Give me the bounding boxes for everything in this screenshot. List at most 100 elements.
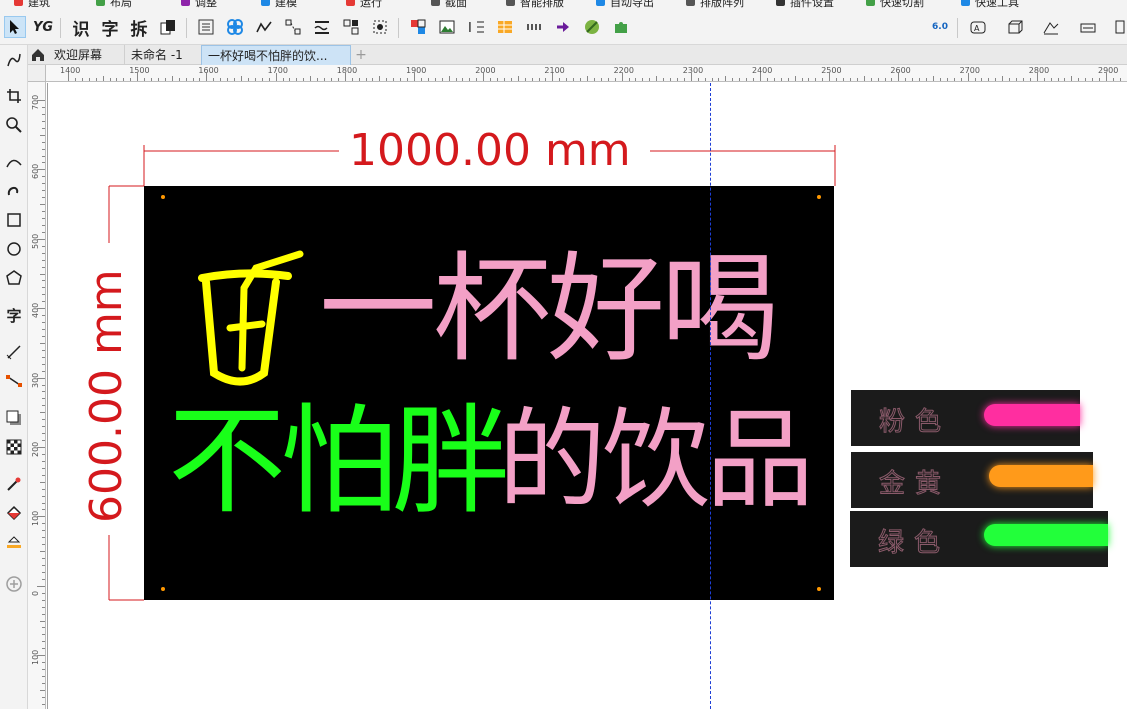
tab-current-document[interactable]: 一杯好喝不怕胖的饮...: [201, 45, 351, 65]
ruler-tick: [843, 78, 845, 81]
menu-icon: [776, 0, 785, 6]
ruler-tick: [351, 78, 353, 81]
text-char-button[interactable]: 字: [99, 16, 121, 40]
text-align-button[interactable]: Ⅰ: [465, 16, 487, 38]
shadow-tool[interactable]: [3, 407, 25, 429]
zoom-tool[interactable]: [3, 114, 25, 136]
menu-item[interactable]: 快速切割: [880, 0, 924, 10]
box-3d-button[interactable]: [1004, 16, 1026, 38]
wave-line-button[interactable]: [311, 16, 333, 38]
list-button[interactable]: [195, 16, 217, 38]
ruler-tick: [42, 322, 45, 324]
horizontal-ruler[interactable]: 1400 1500 1600 1700 1800 1900 2000 2100 2200 2300…: [28, 65, 1127, 82]
tab-welcome-screen[interactable]: 欢迎屏幕: [48, 45, 124, 65]
artistic-media-tool[interactable]: [3, 179, 25, 201]
ruler-tick: [37, 238, 45, 240]
ruler-tick: [42, 419, 45, 421]
drawing-canvas[interactable]: 1000.00 mm 600.00 mm 一杯好喝 不怕胖 的饮品 粉色 金黄 …: [47, 83, 1127, 709]
arrow-convert-button[interactable]: [552, 16, 574, 38]
crop-tool[interactable]: [3, 85, 25, 107]
color-boxes-button[interactable]: [407, 16, 429, 38]
ruler-tick: [407, 78, 409, 81]
menu-item[interactable]: 调整: [195, 0, 217, 10]
cut-version-button[interactable]: 6.0: [929, 16, 951, 38]
ruler-tick: [303, 78, 305, 81]
menu-item[interactable]: 智能排版: [520, 0, 564, 10]
ruler-tick: [42, 599, 45, 601]
leaf-button[interactable]: [581, 16, 603, 38]
recognize-char-button[interactable]: 识: [70, 16, 92, 40]
vertical-ruler[interactable]: 700 600 500 400 300 200 100 0 100: [28, 82, 46, 709]
swatch-green[interactable]: 绿色: [850, 511, 1108, 567]
eyedropper-tool[interactable]: [3, 473, 25, 495]
transparency-tool[interactable]: [3, 436, 25, 458]
node-button[interactable]: [282, 16, 304, 38]
keyboard-button[interactable]: [1077, 16, 1099, 38]
sign-line-2-green: 不怕胖: [168, 392, 510, 530]
menu-item[interactable]: 建筑: [28, 0, 50, 10]
add-tab-button[interactable]: +: [353, 47, 369, 63]
target-button[interactable]: [369, 16, 391, 38]
menu-item[interactable]: 截面: [445, 0, 467, 10]
menu-item[interactable]: 运行: [360, 0, 382, 10]
freehand-tool[interactable]: [3, 49, 25, 71]
ruler-tick: [37, 585, 45, 587]
curve-tool[interactable]: [3, 151, 25, 173]
ruler-tick: [683, 78, 685, 81]
dots-grid-button[interactable]: [523, 16, 545, 38]
swatch-pink[interactable]: 粉色: [851, 390, 1080, 446]
tab-untitled-1[interactable]: 未命名 -1: [124, 45, 200, 65]
smart-fill-tool[interactable]: [3, 530, 25, 552]
group-button[interactable]: [340, 16, 362, 38]
text-shape-button[interactable]: A: [967, 16, 989, 38]
path-tool-button[interactable]: [253, 16, 275, 38]
more-button[interactable]: [1108, 16, 1127, 38]
menu-item[interactable]: 建模: [275, 0, 297, 10]
layer-button[interactable]: [157, 16, 179, 38]
table-icon: [498, 21, 512, 33]
ruler-tick: [42, 106, 45, 108]
ruler-tick: [42, 287, 45, 289]
puzzle-button[interactable]: [610, 16, 632, 38]
ruler-tick: [815, 78, 817, 81]
pick-tool-button[interactable]: [4, 16, 26, 38]
ruler-tick: [192, 78, 194, 81]
sign-line-1: 一杯好喝: [319, 240, 779, 378]
ruler-tick: [628, 78, 630, 81]
menu-item[interactable]: 自动导出: [610, 0, 654, 10]
cut-version-badge: 6.0: [932, 21, 948, 32]
ruler-tick: [213, 78, 215, 81]
vertical-guideline[interactable]: [710, 83, 711, 709]
ruler-tick: [144, 78, 146, 81]
menu-item[interactable]: 快速工具: [975, 0, 1019, 10]
home-tab-button[interactable]: [30, 47, 46, 63]
ruler-tick: [766, 78, 768, 81]
measure-button[interactable]: [1040, 16, 1062, 38]
pattern-button[interactable]: [224, 16, 246, 38]
menu-item[interactable]: 排版阵列: [700, 0, 744, 10]
rectangle-tool[interactable]: [3, 209, 25, 231]
image-button[interactable]: [436, 16, 458, 38]
menu-item[interactable]: 布局: [110, 0, 132, 10]
path-icon: [256, 21, 272, 33]
ruler-origin[interactable]: [28, 65, 46, 82]
ruler-tick: [42, 460, 45, 462]
ruler-tick-label: 2100: [544, 66, 565, 75]
ruler-tick-label: 2400: [752, 66, 773, 75]
swatch-label: 绿色: [877, 528, 951, 559]
swatch-gold[interactable]: 金黄: [851, 452, 1093, 508]
ruler-tick: [227, 78, 229, 81]
dimension-tool[interactable]: [3, 341, 25, 363]
ruler-tick-label: 2900: [1098, 66, 1119, 75]
fill-tool[interactable]: [3, 502, 25, 524]
add-tool-button[interactable]: [3, 573, 25, 595]
ellipse-tool[interactable]: [3, 238, 25, 260]
table-button[interactable]: [494, 16, 516, 38]
neon-sign-board[interactable]: 一杯好喝 不怕胖 的饮品: [144, 186, 834, 600]
split-char-button[interactable]: 拆: [128, 16, 150, 40]
yg-plugin-button[interactable]: YG: [32, 16, 54, 38]
connector-tool[interactable]: [3, 370, 25, 392]
menu-item[interactable]: 插件设置: [790, 0, 834, 10]
text-tool[interactable]: 字: [3, 304, 25, 326]
polygon-tool[interactable]: [3, 267, 25, 289]
